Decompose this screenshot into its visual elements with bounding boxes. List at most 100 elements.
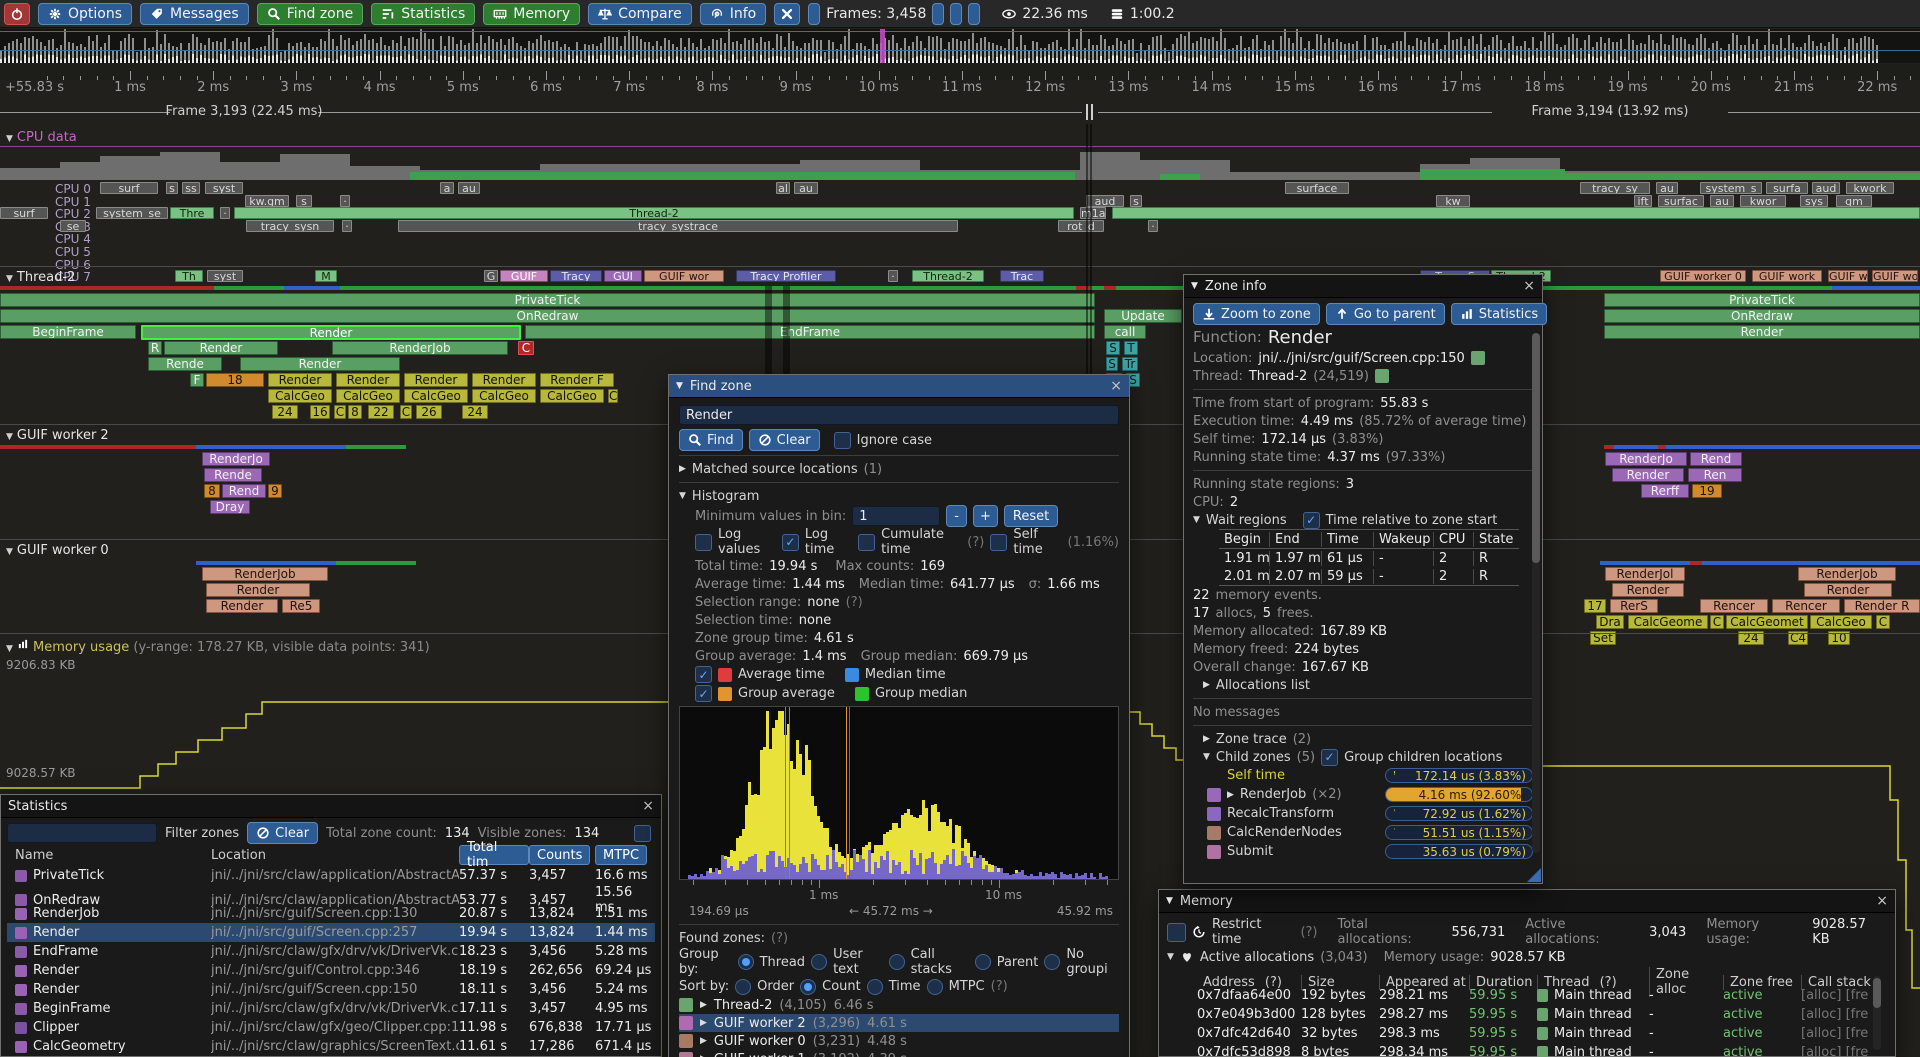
frame-bar[interactable] <box>336 46 338 63</box>
frame-bar[interactable] <box>852 49 854 63</box>
frame-bar[interactable] <box>748 40 750 64</box>
cpu-chip[interactable]: Tracy Profiler <box>736 270 836 282</box>
frame-bar[interactable] <box>732 42 734 63</box>
frame-bar[interactable] <box>1564 45 1566 63</box>
memory-usage-header[interactable]: ▼ Memory usage (y-range: 178.27 KB, visi… <box>6 637 430 655</box>
cpu-chip[interactable]: GUIF wor <box>644 270 724 282</box>
frame-bar[interactable] <box>856 43 858 63</box>
collapse-icon[interactable]: ▼ <box>1166 896 1173 906</box>
frame-bar[interactable] <box>216 41 218 63</box>
frame-bar[interactable] <box>1636 45 1638 63</box>
cpu-chip[interactable]: system_se <box>96 207 168 219</box>
frame-bar[interactable] <box>888 40 890 63</box>
histogram-plot[interactable] <box>679 706 1119 880</box>
zone-chip[interactable]: RenderJol <box>1605 567 1685 581</box>
cpu-chip[interactable]: syst <box>207 270 243 282</box>
frame-bar[interactable] <box>548 40 550 63</box>
cpu-chip[interactable]: tracy_sysn <box>246 220 334 232</box>
frame-bar[interactable] <box>776 34 778 63</box>
frame-bar[interactable] <box>1220 29 1222 63</box>
zone-chip[interactable]: RerS <box>1610 599 1658 613</box>
collapse-icon[interactable]: ▼ <box>679 491 686 501</box>
zone-chip[interactable]: Ren <box>1688 468 1742 482</box>
child-zone-row[interactable]: CalcRenderNodes51.51 us (1.15%) <box>1207 823 1533 842</box>
thread-header-thread-2[interactable]: ▼Thread-2 <box>6 270 75 285</box>
cpu-chip[interactable]: M <box>315 270 337 282</box>
frame-bar[interactable] <box>1148 45 1150 63</box>
frame-timeline-strip[interactable] <box>0 29 1920 63</box>
frame-bar[interactable] <box>1384 45 1386 63</box>
frame-bar[interactable] <box>404 46 406 63</box>
frame-bar[interactable] <box>0 51 2 63</box>
frame-bar[interactable] <box>520 46 522 63</box>
cpu-chip[interactable]: surf <box>0 207 48 219</box>
frame-bar[interactable] <box>1108 46 1110 63</box>
cpu-chip[interactable]: Thread-2 <box>912 270 984 282</box>
cpu-chip[interactable]: · <box>1148 220 1158 232</box>
frame-bar[interactable] <box>712 39 714 63</box>
zone-chip[interactable]: Render F <box>540 373 614 387</box>
frame-bar[interactable] <box>1452 40 1454 63</box>
cpu-chip[interactable]: · <box>888 270 898 282</box>
frame-bar[interactable] <box>104 43 106 63</box>
frame-bar[interactable] <box>328 29 330 63</box>
frame-bar[interactable] <box>808 43 810 63</box>
zone-chip[interactable]: Rencer <box>1772 599 1840 613</box>
frame-bar[interactable] <box>1552 33 1554 63</box>
frame-bar[interactable] <box>908 46 910 63</box>
frame-bar[interactable] <box>1684 39 1686 63</box>
cpu-chip[interactable]: rot_d <box>1058 220 1104 232</box>
frame-bar[interactable] <box>1336 39 1338 63</box>
frame-bar[interactable] <box>200 43 202 63</box>
frame-bar[interactable] <box>1348 43 1350 64</box>
frame-bar[interactable] <box>804 43 806 63</box>
frame-bar[interactable] <box>232 41 234 63</box>
expand-icon[interactable]: ▶ <box>1227 790 1234 800</box>
find-zone-query-input[interactable]: Render <box>679 405 1119 425</box>
frame-bar[interactable] <box>1344 44 1346 63</box>
frame-bar[interactable] <box>1000 46 1002 63</box>
found-zone-group[interactable]: ▶GUIF worker 1(3,192)4.39 s <box>679 1050 1119 1057</box>
frame-bar[interactable] <box>1660 34 1662 63</box>
statistics-row[interactable]: Renderjni/../jni/src/guif/Screen.cpp:257… <box>7 923 655 942</box>
legend-checkbox[interactable]: ✓ <box>695 685 712 702</box>
cpu-chip[interactable]: GUIF work <box>1752 270 1822 282</box>
collapse-icon[interactable]: ▼ <box>676 381 683 391</box>
frame-bar[interactable] <box>52 39 54 63</box>
cpu-chip[interactable]: Thread-2 <box>234 207 1074 219</box>
cpu-chip[interactable]: au <box>1656 182 1678 194</box>
col-total-time[interactable]: Total tim <box>459 845 529 865</box>
frame-bar[interactable] <box>1760 51 1762 63</box>
cpu-chip[interactable]: surfa <box>1766 182 1808 194</box>
frame-bar[interactable] <box>828 40 830 63</box>
frame-bar[interactable] <box>1692 45 1694 63</box>
frame-bar[interactable] <box>1068 29 1070 63</box>
frame-bar[interactable] <box>764 42 766 63</box>
zone-chip[interactable]: F <box>190 373 204 387</box>
frame-bar[interactable] <box>1656 43 1658 63</box>
zone-chip[interactable]: 16 <box>310 405 330 419</box>
frame-bar[interactable] <box>1092 45 1094 63</box>
statistics-row[interactable]: Renderjni/../jni/src/guif/Control.cpp:34… <box>7 961 655 980</box>
memory-title-bar[interactable]: ▼ Memory × <box>1159 890 1895 913</box>
zone-chip[interactable]: Render <box>404 373 468 387</box>
log-time-checkbox[interactable]: ✓ <box>782 534 799 551</box>
zone-chip[interactable]: C <box>608 389 618 403</box>
log-values-checkbox[interactable] <box>695 534 712 551</box>
frame-bar[interactable] <box>1424 42 1426 63</box>
zone-chip[interactable]: PrivateTick <box>0 293 1095 307</box>
zone-chip[interactable]: CalcGeo <box>404 389 468 403</box>
frame-bar[interactable] <box>84 47 86 63</box>
frame-bar[interactable] <box>1420 40 1422 63</box>
zone-chip[interactable]: RenderJo <box>1605 452 1687 466</box>
frame-bar[interactable] <box>848 29 850 63</box>
zone-chip[interactable]: Tr <box>1122 357 1138 371</box>
frame-bar[interactable] <box>816 40 818 63</box>
zone-chip[interactable]: Render R <box>1844 599 1920 613</box>
frame-bar[interactable] <box>532 43 534 63</box>
frame-bar[interactable] <box>1096 45 1098 63</box>
frame-bar[interactable] <box>1392 43 1394 63</box>
frame-bar[interactable] <box>988 42 990 63</box>
frame-bar[interactable] <box>672 44 674 63</box>
frame-bar[interactable] <box>420 29 422 63</box>
